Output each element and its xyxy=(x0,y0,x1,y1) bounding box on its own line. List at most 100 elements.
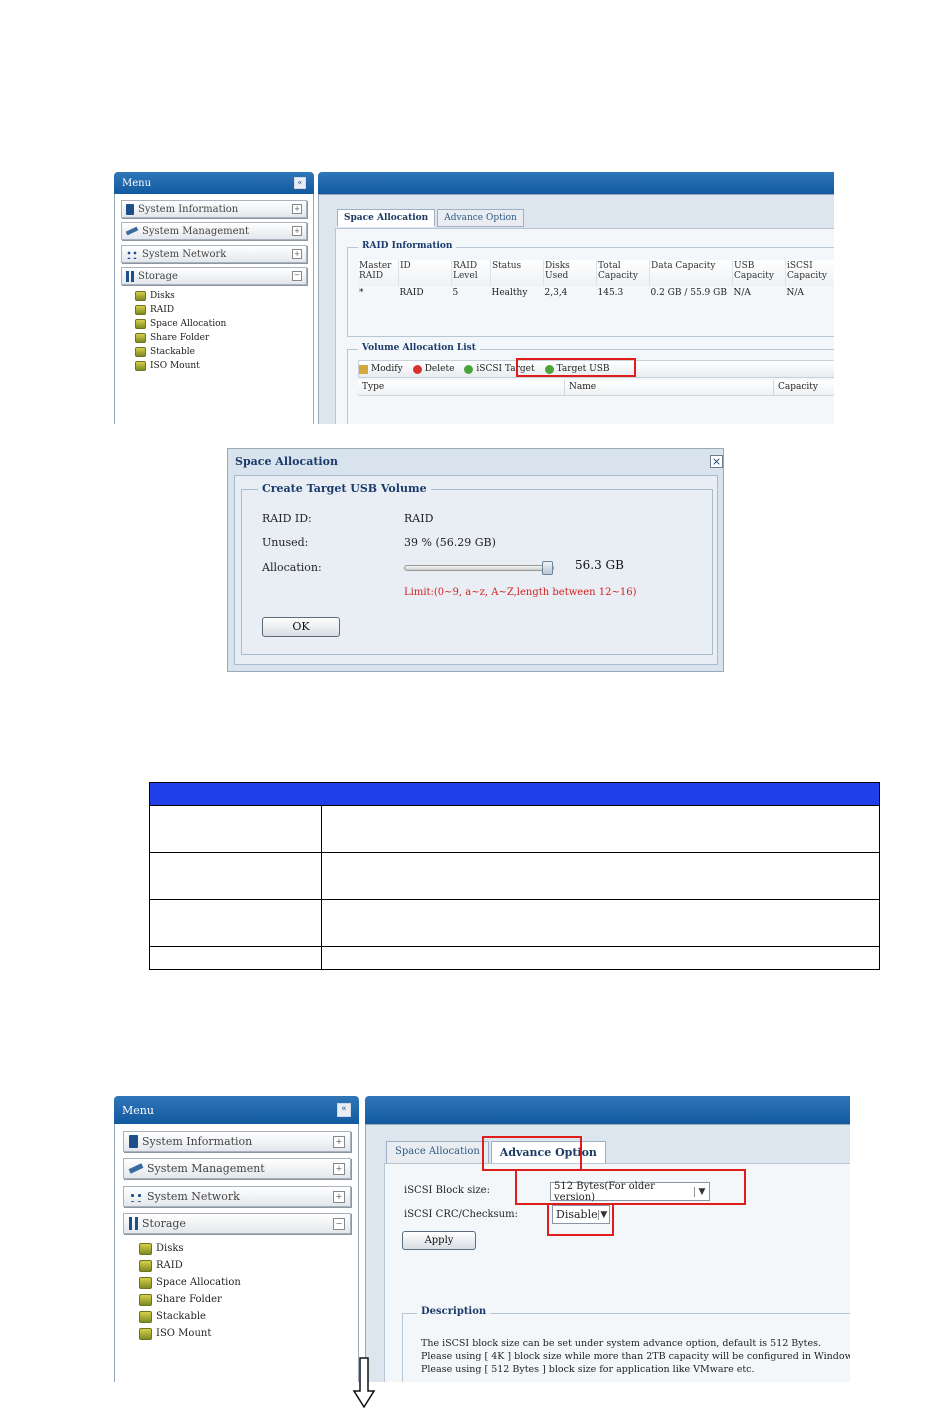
menu-item-system-information[interactable]: System Information + xyxy=(123,1131,351,1152)
cell-master-raid: * xyxy=(359,288,364,298)
allocation-label: Allocation: xyxy=(262,561,322,574)
description-fieldset: Description The iSCSI block size can be … xyxy=(402,1306,850,1382)
submenu-item-stackable[interactable]: Stackable xyxy=(139,1308,339,1325)
expand-icon[interactable]: + xyxy=(333,1190,345,1203)
content-body: Space Allocation Advance Option iSCSI Bl… xyxy=(365,1124,850,1382)
expand-icon[interactable]: + xyxy=(292,249,302,259)
table-cell-left xyxy=(150,806,322,852)
stack-icon xyxy=(135,361,146,371)
submenu-item-iso-mount[interactable]: ISO Mount xyxy=(139,1325,339,1342)
tab-advance-option[interactable]: Advance Option xyxy=(437,209,524,227)
col-master-raid[interactable]: Master RAID xyxy=(358,260,399,286)
col-data-capacity[interactable]: Data Capacity xyxy=(649,260,733,286)
submenu-item-stackable[interactable]: Stackable xyxy=(135,345,295,359)
col-type[interactable]: Type xyxy=(358,380,565,395)
menu-item-system-information[interactable]: System Information + xyxy=(121,200,307,218)
col-capacity[interactable]: Capacity xyxy=(774,380,822,395)
create-target-usb-fieldset: Create Target USB Volume RAID ID: RAID U… xyxy=(241,482,713,655)
menu-item-label: Storage xyxy=(142,1217,186,1230)
advance-option-highlight xyxy=(482,1136,582,1171)
description-legend: Description xyxy=(417,1306,491,1317)
table-row xyxy=(150,852,879,899)
menu-header: Menu « xyxy=(114,172,314,194)
wrench-icon xyxy=(125,226,139,236)
unused-label: Unused: xyxy=(262,536,309,549)
delete-button[interactable]: Delete xyxy=(412,364,454,374)
tab-space-allocation[interactable]: Space Allocation xyxy=(337,209,436,227)
stack-icon xyxy=(139,1276,152,1289)
table-header-bar xyxy=(150,783,879,805)
expand-icon[interactable]: + xyxy=(333,1162,345,1175)
expand-icon[interactable]: + xyxy=(333,1135,345,1148)
menu-item-label: System Network xyxy=(142,248,227,260)
col-id[interactable]: ID xyxy=(398,260,452,286)
col-raid-level[interactable]: RAID Level xyxy=(451,260,491,286)
table-cell-left xyxy=(150,947,322,970)
storage-submenu: Disks RAID Space Allocation Share Folder… xyxy=(139,1240,339,1342)
crc-label: iSCSI CRC/Checksum: xyxy=(404,1209,518,1220)
network-icon xyxy=(126,249,138,259)
tab-space-allocation[interactable]: Space Allocation xyxy=(386,1141,489,1164)
pencil-icon xyxy=(359,364,368,374)
allocation-slider-track[interactable] xyxy=(404,565,554,571)
col-status[interactable]: Status xyxy=(490,260,544,286)
table-cell-left xyxy=(150,853,322,899)
stack-icon xyxy=(135,333,146,343)
submenu-item-iso-mount[interactable]: ISO Mount xyxy=(135,359,295,373)
stack-icon xyxy=(135,347,146,357)
create-target-usb-legend: Create Target USB Volume xyxy=(258,482,431,495)
submenu-item-disks[interactable]: Disks xyxy=(139,1240,339,1257)
menu-item-system-network[interactable]: System Network + xyxy=(123,1186,351,1207)
menu-item-storage[interactable]: Storage − xyxy=(123,1213,351,1234)
menu-item-system-management[interactable]: System Management + xyxy=(121,222,307,240)
submenu-item-share-folder[interactable]: Share Folder xyxy=(139,1291,339,1308)
dialog-body: Create Target USB Volume RAID ID: RAID U… xyxy=(234,475,718,665)
close-icon[interactable]: × xyxy=(710,455,723,468)
table-row xyxy=(150,946,879,970)
collapse-section-icon[interactable]: − xyxy=(292,271,302,281)
target-usb-highlight xyxy=(516,358,636,377)
collapse-icon[interactable]: « xyxy=(294,177,306,189)
allocation-slider-handle[interactable] xyxy=(542,561,553,575)
collapse-icon[interactable]: « xyxy=(337,1103,351,1117)
submenu-item-space-allocation[interactable]: Space Allocation xyxy=(135,317,295,331)
book-icon xyxy=(129,1135,138,1148)
wrench-icon xyxy=(128,1163,144,1174)
submenu-item-share-folder[interactable]: Share Folder xyxy=(135,331,295,345)
submenu-item-raid[interactable]: RAID xyxy=(135,303,295,317)
expand-icon[interactable]: + xyxy=(292,204,302,214)
col-total-capacity[interactable]: Total Capacity xyxy=(596,260,650,286)
submenu-item-disks[interactable]: Disks xyxy=(135,289,295,303)
modify-button[interactable]: Modify xyxy=(359,364,403,374)
content-header xyxy=(318,172,834,194)
down-arrow-icon xyxy=(353,1357,375,1409)
stack-icon xyxy=(139,1242,152,1255)
col-disks-used[interactable]: Disks Used xyxy=(543,260,597,286)
col-usb-capacity[interactable]: USB Capacity xyxy=(732,260,786,286)
expand-icon[interactable]: + xyxy=(292,226,302,236)
screenshot-1: Menu « System Information + System Manag… xyxy=(114,172,834,424)
block-size-label: iSCSI Block size: xyxy=(404,1185,490,1196)
menu-item-system-network[interactable]: System Network + xyxy=(121,245,307,263)
submenu-item-space-allocation[interactable]: Space Allocation xyxy=(139,1274,339,1291)
cell-id: RAID xyxy=(399,288,424,298)
raid-information-fieldset: RAID Information Master RAID ID RAID Lev… xyxy=(347,241,834,337)
table-row[interactable]: * RAID 5 Healthy 2,3,4 145.3 0.2 GB / 55… xyxy=(358,286,834,300)
table-row xyxy=(150,805,879,852)
stack-icon xyxy=(135,291,146,301)
screenshot-2: Menu « System Information + System Manag… xyxy=(114,1096,850,1382)
ok-button[interactable]: OK xyxy=(262,617,340,637)
col-iscsi-capacity[interactable]: iSCSI Capacity xyxy=(785,260,834,286)
menu-item-label: System Information xyxy=(138,203,239,215)
collapse-section-icon[interactable]: − xyxy=(333,1217,345,1230)
cell-status: Healthy xyxy=(491,288,528,298)
book-icon xyxy=(126,203,134,215)
apply-button[interactable]: Apply xyxy=(402,1231,476,1250)
menu-item-storage[interactable]: Storage − xyxy=(121,267,307,285)
menu-header: Menu « xyxy=(114,1096,359,1124)
menu-item-system-management[interactable]: System Management + xyxy=(123,1158,351,1179)
submenu-item-raid[interactable]: RAID xyxy=(139,1257,339,1274)
col-name[interactable]: Name xyxy=(565,380,774,395)
unused-value: 39 % (56.29 GB) xyxy=(404,536,496,549)
dialog-title: Space Allocation xyxy=(235,455,338,468)
